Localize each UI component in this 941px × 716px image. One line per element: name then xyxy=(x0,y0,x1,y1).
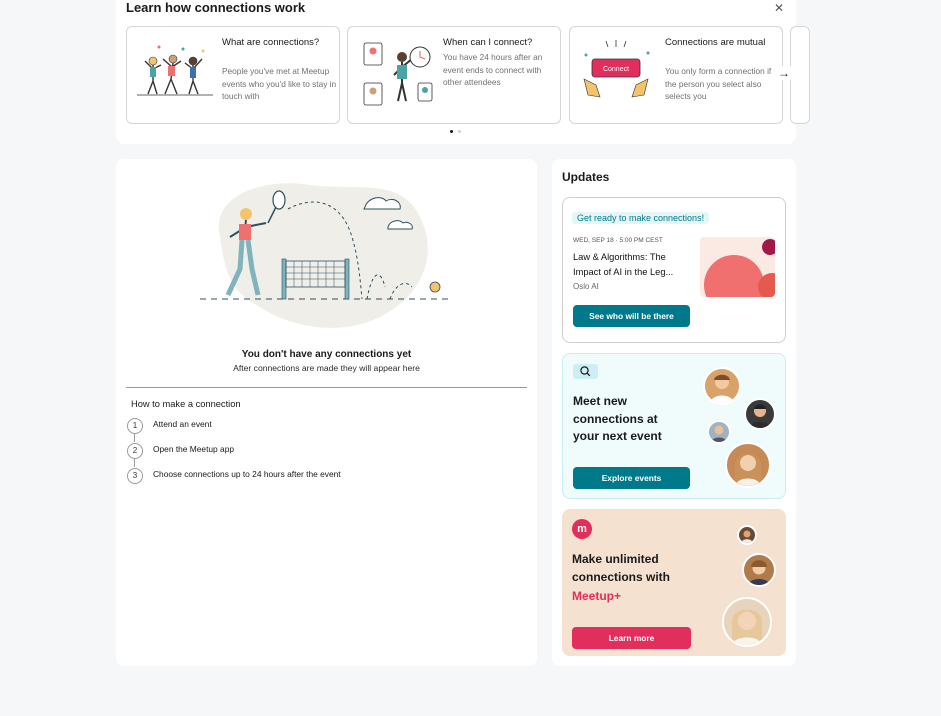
event-card[interactable]: Get ready to make connections! WED, SEP … xyxy=(562,197,786,343)
search-icon-wrap xyxy=(573,364,598,379)
connections-panel: You don't have any connections yet After… xyxy=(116,159,537,666)
search-icon xyxy=(580,366,591,377)
avatar xyxy=(703,367,741,405)
step-text: Attend an event xyxy=(153,419,212,429)
avatar xyxy=(737,525,757,545)
carousel-dot[interactable] xyxy=(458,130,461,133)
see-who-button[interactable]: See who will be there xyxy=(573,305,690,327)
step-text: Open the Meetup app xyxy=(153,444,235,454)
step-text: Choose connections up to 24 hours after … xyxy=(153,469,341,479)
meetup-plus-logo: m xyxy=(572,519,592,539)
plus-brand: Meetup+ xyxy=(572,589,622,603)
close-icon[interactable]: ✕ xyxy=(772,1,786,15)
event-image xyxy=(700,237,775,297)
step-connector xyxy=(134,433,135,442)
learn-panel: Learn how connections work ✕ What are co… xyxy=(116,0,810,144)
event-date: WED, SEP 18 · 5:00 PM CEST xyxy=(573,237,663,244)
info-card-title: What are connections? xyxy=(222,37,320,48)
avatar xyxy=(725,442,771,488)
info-card-body: You only form a connection if the person… xyxy=(665,66,772,101)
explore-events-button[interactable]: Explore events xyxy=(573,467,690,489)
avatar xyxy=(722,597,772,647)
info-card-title: When can I connect? xyxy=(443,37,533,48)
learn-title: Learn how connections work xyxy=(126,0,306,15)
info-card-title: Connections are mutual xyxy=(665,37,766,48)
empty-state-title: You don't have any connections yet xyxy=(241,349,412,360)
divider xyxy=(126,387,527,388)
info-card-body: You have 24 hours after an event ends to… xyxy=(443,52,543,87)
people-celebrating-illustration xyxy=(137,45,213,96)
clock-illustration xyxy=(363,42,433,106)
arrow-right-icon[interactable]: → xyxy=(777,66,791,80)
event-badge: Get ready to make connections! xyxy=(572,212,710,224)
svg-text:Connect: Connect xyxy=(603,66,629,73)
learn-more-button[interactable]: Learn more xyxy=(572,627,691,649)
info-card-when[interactable]: When can I connect? You have 24 hours af… xyxy=(347,26,561,124)
updates-title: Updates xyxy=(562,170,610,184)
how-to-title: How to make a connection xyxy=(131,399,241,409)
step-connector xyxy=(134,458,135,467)
info-card-mutual[interactable]: Connect Connections are mutual You only … xyxy=(569,26,783,124)
step-number: 1 xyxy=(127,418,143,434)
event-group: Oslo AI xyxy=(573,282,599,291)
event-name[interactable]: Law & Algorithms: The Impact of AI in th… xyxy=(573,250,693,280)
carousel-dot-active[interactable] xyxy=(450,130,453,133)
meet-title: Meet new connections at your next event xyxy=(573,394,662,443)
tennis-illustration xyxy=(200,183,450,328)
info-card-what[interactable]: What are connections? People you've met … xyxy=(126,26,340,124)
updates-panel: Updates Get ready to make connections! W… xyxy=(552,159,796,666)
meet-card[interactable]: Meet new connections at your next event … xyxy=(562,353,786,499)
avatar xyxy=(707,420,731,444)
meetup-plus-card[interactable]: m Make unlimited connections with Meetup… xyxy=(562,509,786,656)
empty-state-subtitle: After connections are made they will app… xyxy=(233,363,420,373)
connect-button-illustration: Connect xyxy=(583,40,650,98)
avatar xyxy=(744,398,776,430)
step-number: 2 xyxy=(127,443,143,459)
step-number: 3 xyxy=(127,468,143,484)
info-card-body: People you've met at Meetup events who y… xyxy=(222,66,337,101)
plus-title: Make unlimited connections with xyxy=(572,552,671,584)
info-card-partial xyxy=(790,26,810,124)
avatar xyxy=(742,553,776,587)
